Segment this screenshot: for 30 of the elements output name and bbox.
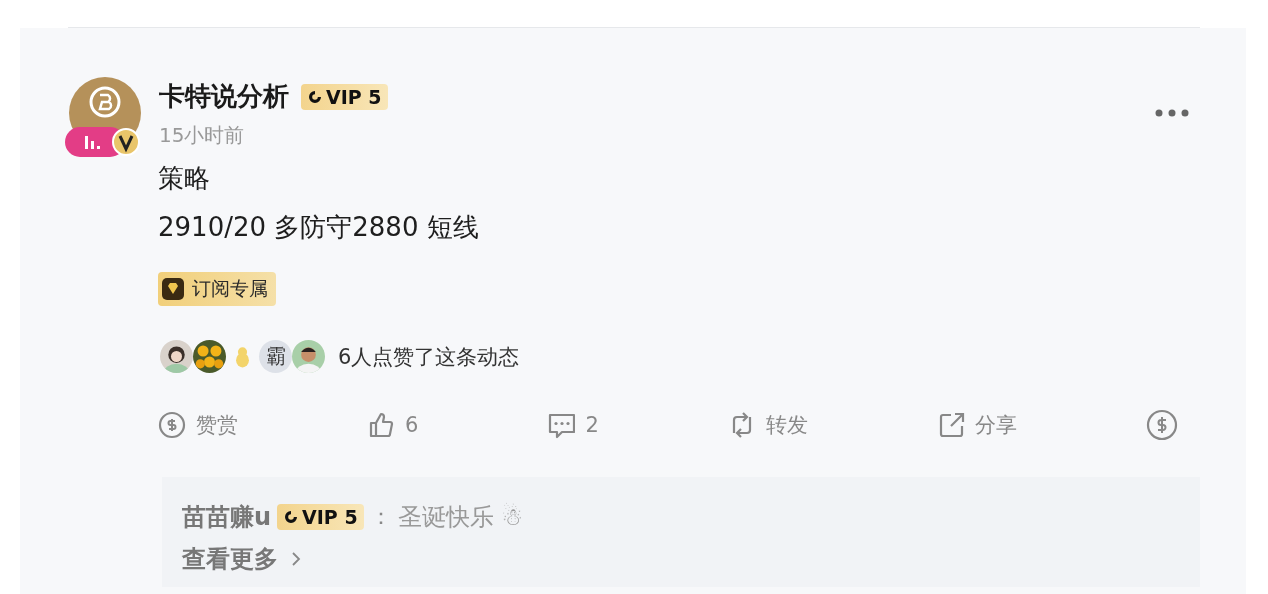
more-icon xyxy=(1154,108,1190,118)
likes-summary: 6人点赞了这条动态 xyxy=(338,343,520,371)
thumbs-up-icon xyxy=(367,411,396,439)
comment-button[interactable]: 2 xyxy=(547,411,599,439)
author-name[interactable]: 卡特说分析 xyxy=(159,79,289,114)
colon: ： xyxy=(369,503,392,531)
reward-coin-icon xyxy=(158,411,186,439)
tip-button[interactable] xyxy=(1146,409,1178,441)
view-more-link[interactable]: 查看更多 xyxy=(182,543,302,575)
dollar-coin-icon xyxy=(1146,409,1178,441)
vip-icon xyxy=(283,509,300,525)
post-text: 策略 xyxy=(158,162,211,195)
repost-button[interactable]: 转发 xyxy=(727,411,808,439)
like-button[interactable]: 6 xyxy=(367,411,419,439)
comment-icon xyxy=(547,411,576,439)
verified-v-icon xyxy=(112,128,140,156)
post-time: 15小时前 xyxy=(159,122,246,149)
avatar[interactable] xyxy=(65,77,141,157)
share-button[interactable]: 分享 xyxy=(936,411,1017,439)
coin-logo-icon xyxy=(88,85,122,119)
commenter-name[interactable]: 苗苗赚u xyxy=(182,501,272,533)
comment-text: 圣诞快乐 ☃ xyxy=(397,502,523,533)
reward-button[interactable]: 赞赏 xyxy=(158,411,238,439)
liker-avatar[interactable]: 霸 xyxy=(259,340,292,373)
subscriber-tag: 订阅专属 xyxy=(158,272,276,306)
vip-icon xyxy=(307,88,323,105)
post-text: 2910/20 多防守2880 短线 xyxy=(158,211,480,244)
chevron-right-icon xyxy=(290,550,302,568)
vip-badge: VIP 5 xyxy=(301,83,388,110)
vip-badge: VIP 5 xyxy=(277,504,364,530)
